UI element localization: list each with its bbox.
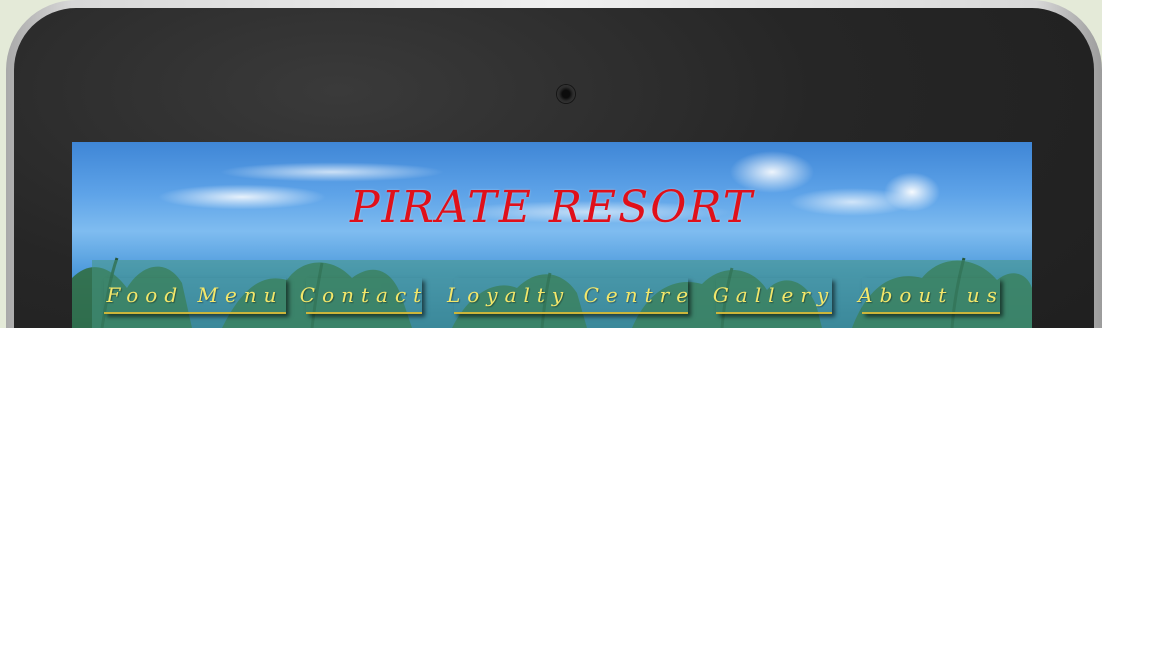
viewport: PIRATE RESORT Food Menu Contact Loyalty … xyxy=(0,0,1152,648)
nav-contact[interactable]: Contact xyxy=(300,278,422,314)
site-title: PIRATE RESORT xyxy=(349,182,755,233)
nav-about-us[interactable]: About us xyxy=(858,278,1000,314)
nav-gallery[interactable]: Gallery xyxy=(713,278,832,314)
main-navigation: Food Menu Contact Loyalty Centre Gallery… xyxy=(92,260,1032,328)
front-camera-icon xyxy=(557,85,575,103)
nav-food-menu[interactable]: Food Menu xyxy=(104,278,286,314)
website-screen: PIRATE RESORT Food Menu Contact Loyalty … xyxy=(72,142,1032,328)
device-mockup-area: PIRATE RESORT Food Menu Contact Loyalty … xyxy=(0,0,1102,328)
nav-loyalty-centre[interactable]: Loyalty Centre xyxy=(447,278,688,314)
